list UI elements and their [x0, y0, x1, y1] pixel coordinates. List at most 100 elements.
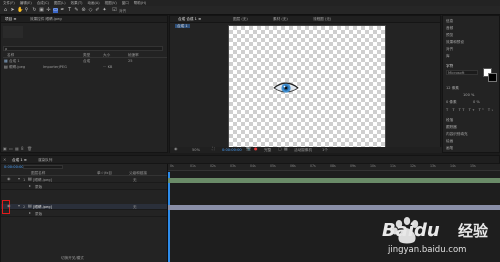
- rotate-tool-icon[interactable]: ↻: [32, 7, 37, 13]
- tab-project[interactable]: 项目 ≡: [2, 16, 19, 23]
- bit-depth-icon[interactable]: 8: [21, 147, 24, 151]
- tab-effect-controls[interactable]: 效果控件 眼睛.jpeg: [27, 16, 65, 23]
- menu-help[interactable]: 帮助(H): [134, 1, 146, 6]
- fit-icon[interactable]: ⛶: [212, 147, 215, 151]
- vertical-scale-field[interactable]: 100 %: [463, 93, 474, 97]
- panel-effects-presets[interactable]: 效果和预设: [446, 40, 464, 45]
- comp-canvas[interactable]: [228, 25, 386, 151]
- camera-dropdown[interactable]: 活动摄像机: [294, 148, 312, 152]
- clone-tool-icon[interactable]: ⊛: [81, 7, 86, 13]
- menu-composition[interactable]: 合成(C): [37, 1, 49, 6]
- roto-tool-icon[interactable]: ✐: [95, 7, 100, 13]
- snap-checkbox-icon[interactable]: ☑: [112, 7, 117, 13]
- camera-tool-icon[interactable]: ▣: [39, 7, 44, 13]
- panel-content-aware-fill[interactable]: 内容识别填充: [446, 132, 468, 137]
- toggle-switches-modes[interactable]: 切换开关/模式: [61, 256, 84, 260]
- layer-name[interactable]: [眼睛.jpeg]: [33, 205, 52, 209]
- panel-tracker[interactable]: 跟踪器: [446, 125, 457, 130]
- table-row[interactable]: ▸ 蒙版: [1, 211, 167, 217]
- tab-footage[interactable]: 素材 (无): [270, 16, 291, 23]
- tab-timeline-comp[interactable]: 合成 1 ≡: [9, 156, 30, 164]
- table-row[interactable]: ◉ ▾ 2 ▤ [眼睛.jpeg] 无: [1, 200, 167, 214]
- transparency-grid-icon[interactable]: ▦: [284, 147, 288, 151]
- col-fps[interactable]: 帧速率: [128, 53, 139, 57]
- views-dropdown[interactable]: 1个: [322, 148, 328, 152]
- table-row[interactable]: ◉ ▾ 1 ▤ [眼睛.jpeg] 无: [1, 177, 167, 183]
- eraser-tool-icon[interactable]: ◇: [88, 7, 93, 13]
- menu-file[interactable]: 文件(F): [3, 1, 15, 6]
- new-folder-icon[interactable]: ▭: [9, 147, 13, 151]
- list-item[interactable]: ▦ 合成 1 合成 25: [3, 59, 167, 64]
- mask-group-label[interactable]: 蒙版: [35, 185, 42, 189]
- hand-tool-icon[interactable]: ✋: [17, 7, 23, 13]
- panel-paint[interactable]: 绘画: [446, 139, 453, 144]
- close-icon[interactable]: ✕: [3, 158, 6, 162]
- time-ruler[interactable]: 0s 01s 02s 03s 04s 05s 06s 07s 08s 09s 1…: [168, 164, 500, 171]
- interpret-footage-icon[interactable]: ▣: [3, 147, 7, 151]
- zoom-tool-icon[interactable]: ⚲: [24, 7, 29, 13]
- menu-animation[interactable]: 动画(A): [87, 1, 99, 6]
- col-name[interactable]: 名称: [7, 53, 14, 57]
- panel-audio[interactable]: 音频: [446, 26, 453, 31]
- panel-preview[interactable]: 预览: [446, 33, 453, 38]
- table-row[interactable]: ▸ 蒙版: [1, 184, 167, 190]
- show-channel-icon[interactable]: ●: [254, 147, 258, 151]
- expand-arrow-icon[interactable]: ▾: [18, 177, 20, 181]
- menu-layer[interactable]: 图层(L): [54, 1, 66, 6]
- menu-edit[interactable]: 编辑(E): [20, 1, 32, 6]
- panel-brushes[interactable]: 画笔: [446, 146, 453, 151]
- tab-render-queue[interactable]: 渲染队列: [35, 156, 55, 164]
- pan-behind-tool-icon[interactable]: ✢: [46, 7, 51, 13]
- brush-tool-icon[interactable]: ✎: [74, 7, 79, 13]
- new-composition-icon[interactable]: ▦: [15, 147, 19, 151]
- zoom-dropdown[interactable]: 50%: [192, 148, 200, 152]
- project-search-input[interactable]: ρ: [3, 46, 163, 51]
- tab-composition[interactable]: 合成 合成 1 ≡: [175, 16, 204, 23]
- expand-arrow-icon[interactable]: ▾: [18, 204, 20, 208]
- trash-icon[interactable]: 🗑: [27, 147, 32, 151]
- resolution-dropdown[interactable]: 完整: [264, 148, 271, 152]
- col-size[interactable]: 大小: [103, 53, 110, 57]
- expand-arrow-icon[interactable]: ▸: [29, 184, 31, 188]
- timeline-search-input[interactable]: [23, 165, 63, 169]
- comp-breadcrumb[interactable]: 合成 1: [175, 24, 190, 28]
- visibility-eye-icon[interactable]: ◉: [7, 204, 11, 208]
- text-tool-icon[interactable]: T: [67, 7, 72, 13]
- list-item[interactable]: ▤ 眼睛.jpeg ImporterJPEG ··· KB: [3, 65, 167, 70]
- always-preview-icon[interactable]: ◉: [174, 147, 178, 151]
- menu-view[interactable]: 视图(V): [105, 1, 117, 6]
- font-size-field[interactable]: 12 像素: [446, 86, 459, 91]
- baseline-shift-field[interactable]: 0 像素: [446, 100, 457, 105]
- timeline-timecode[interactable]: 0:00:00:00: [4, 165, 24, 169]
- font-family-dropdown[interactable]: Microsoft: [446, 70, 478, 75]
- expand-arrow-icon[interactable]: ▸: [29, 211, 31, 215]
- mask-group-label[interactable]: 蒙版: [35, 212, 42, 216]
- stroke-color-swatch[interactable]: [488, 73, 497, 82]
- parent-dropdown[interactable]: 无: [133, 178, 137, 182]
- pen-tool-icon[interactable]: ✒: [60, 7, 65, 13]
- panel-character[interactable]: 字符: [446, 64, 453, 69]
- snapshot-icon[interactable]: 📷: [246, 147, 251, 151]
- rectangle-tool-icon[interactable]: ▭: [53, 7, 58, 13]
- panel-library[interactable]: 库: [446, 54, 450, 59]
- panel-paragraph[interactable]: 段落: [446, 118, 453, 123]
- text-style-buttons[interactable]: T T TT Tт T¹ T₁: [446, 108, 495, 112]
- tab-layer[interactable]: 图层 (无): [230, 16, 251, 23]
- home-icon[interactable]: ⌂: [3, 7, 8, 13]
- tsume-field[interactable]: 0 %: [473, 100, 480, 104]
- layer-name[interactable]: [眼睛.jpeg]: [33, 178, 52, 182]
- layer-1-duration-bar[interactable]: [168, 178, 500, 183]
- comp-timecode[interactable]: 0:00:00:00: [222, 148, 242, 152]
- region-of-interest-icon[interactable]: ▢: [278, 147, 282, 151]
- layer-2-duration-bar[interactable]: [168, 205, 500, 210]
- puppet-tool-icon[interactable]: ✦: [102, 7, 107, 13]
- menu-effect[interactable]: 效果(T): [71, 1, 83, 6]
- playhead[interactable]: [168, 172, 170, 262]
- menu-window[interactable]: 窗口: [122, 1, 129, 6]
- parent-dropdown[interactable]: 无: [133, 205, 137, 209]
- selection-tool-icon[interactable]: ➤: [10, 7, 15, 13]
- panel-align[interactable]: 对齐: [446, 47, 453, 52]
- col-type[interactable]: 类型: [83, 53, 90, 57]
- tab-flowchart[interactable]: 流程图 (无): [310, 16, 334, 23]
- visibility-eye-icon[interactable]: ◉: [7, 177, 11, 181]
